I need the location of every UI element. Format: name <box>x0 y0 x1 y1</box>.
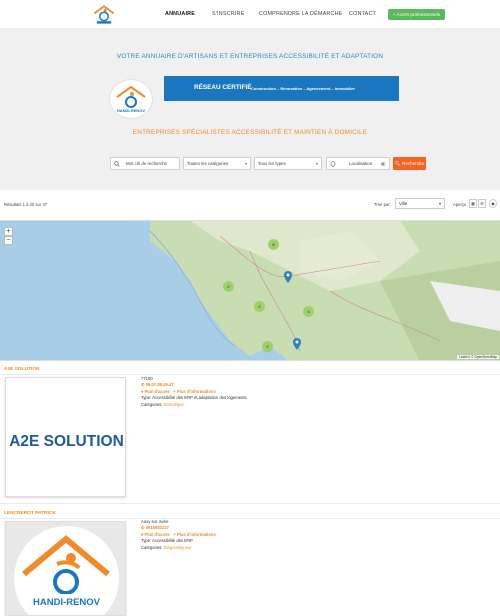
grid-view-icon[interactable]: ▦ <box>469 199 477 208</box>
more-info-label: Plus d'informations <box>176 531 216 537</box>
keyword-placeholder: Mot clé de recherche <box>126 161 167 166</box>
chevron-down-icon: ▾ <box>315 161 318 166</box>
location-placeholder: Localisation <box>349 161 373 166</box>
map-cluster[interactable]: 6 <box>268 239 279 250</box>
more-info-link[interactable]: + Plus d'informations <box>173 532 216 537</box>
map-cluster[interactable]: 4 <box>303 306 314 317</box>
location-input[interactable]: Localisation <box>326 157 390 170</box>
chevron-down-icon: ▾ <box>244 161 247 166</box>
geolocate-icon[interactable] <box>380 161 386 167</box>
banner-title: RÉSEAU CERTIFIÉ <box>194 84 252 91</box>
search-button[interactable]: 🔍︎ Recherche <box>393 157 426 170</box>
map-marker-icon[interactable] <box>284 271 292 283</box>
listing-info: Auxy sur Juine ✆ 0615983227 ⌖ Plan d'acc… <box>141 519 216 551</box>
map-access-link[interactable]: ⌖ Plan d'accès <box>141 532 170 537</box>
listing-image[interactable]: HANDI-RENOV <box>5 521 126 616</box>
divider <box>0 518 500 519</box>
pro-access-button[interactable]: + Accès professionnels <box>388 9 445 20</box>
category-label: Catégories: <box>141 401 163 407</box>
type-select[interactable]: Tous les types ▾ <box>254 157 322 170</box>
certified-banner: RÉSEAU CERTIFIÉ Construction – Rénovatio… <box>164 76 399 101</box>
listing-image-text: A2E SOLUTION <box>9 433 124 450</box>
results-map[interactable]: + − 6 2 2 4 2 Leaflet | © OpenStreetMap <box>0 220 500 361</box>
map-cluster[interactable]: 2 <box>254 301 265 312</box>
keyword-search-input[interactable]: Mot clé de recherche <box>110 157 180 170</box>
more-info-label: Plus d'informations <box>176 388 216 394</box>
view-label: Aperçu : <box>453 202 469 207</box>
map-tiles <box>149 221 500 360</box>
nav-annuaire[interactable]: ANNUAIRE <box>165 11 195 17</box>
location-pin-icon <box>330 161 336 167</box>
listing-title[interactable]: LENCREROT PATRICK <box>4 511 56 516</box>
search-button-label: Recherche <box>401 161 425 166</box>
hero-logo: HANDI-RENOV <box>109 79 153 119</box>
results-count: Résultats 1 à 20 sur 37 <box>4 202 48 207</box>
more-info-link[interactable]: + Plus d'informations <box>173 389 216 394</box>
sort-select[interactable]: Ville ▾ <box>395 198 445 209</box>
category-select-value: Toutes les catégories <box>187 161 229 166</box>
search-icon: 🔍︎ <box>394 161 401 166</box>
results-toolbar: Résultats 1 à 20 sur 37 Trier par: Ville… <box>0 198 500 214</box>
map-marker-icon[interactable] <box>293 338 301 350</box>
map-access-link[interactable]: ⌖ Plan d'accès <box>141 389 170 394</box>
listing-title[interactable]: A2E SOLUTION <box>4 367 39 372</box>
category-select[interactable]: Toutes les catégories ▾ <box>183 157 251 170</box>
nav-contact[interactable]: CONTACT <box>349 11 376 17</box>
type-select-value: Tous les types <box>258 161 286 166</box>
hero-logo-text: HANDI-RENOV <box>116 108 146 113</box>
listing-phone[interactable]: 0615983227 <box>146 525 169 530</box>
map-access-label: Plan d'accès <box>144 388 170 394</box>
hero-section: VOTRE ANNUAIRE D'ARTISANS ET ENTREPRISES… <box>0 29 500 190</box>
sort-select-value: Ville <box>399 201 408 206</box>
divider <box>0 374 500 375</box>
hero-title: VOTRE ANNUAIRE D'ARTISANS ET ENTREPRISES… <box>116 53 384 60</box>
hero-subtitle: ENTREPRISES SPÉCIALISTES ACCESSIBILITÉ E… <box>132 129 368 136</box>
nav-inscrire[interactable]: S'INSCRIRE <box>212 11 244 17</box>
handi-renov-emblem <box>22 535 110 594</box>
banner-subtitle: Construction – Rénovation – Agencement –… <box>251 86 356 91</box>
list-view-icon[interactable]: ☰ <box>478 199 486 208</box>
listing-info: 77100 ✆ 06.07.88.49.47 ⌖ Plan d'accès + … <box>141 376 247 408</box>
listing-image-text: HANDI-RENOV <box>32 597 101 608</box>
chevron-down-icon: ▾ <box>438 201 441 206</box>
listing-phone[interactable]: 06.07.88.49.47 <box>146 382 174 387</box>
top-navbar: ANNUAIRE S'INSCRIRE COMPRENDRE LA DÉMARC… <box>0 0 500 29</box>
map-attribution[interactable]: Leaflet | © OpenStreetMap <box>457 355 499 359</box>
divider <box>0 503 500 504</box>
category-label: Catégories: <box>141 544 163 550</box>
sort-label: Trier par: <box>374 202 391 207</box>
map-cluster[interactable]: 2 <box>262 341 273 352</box>
category-link[interactable]: Domotique <box>164 402 184 407</box>
listing-image[interactable]: A2E SOLUTION <box>5 377 126 497</box>
nav-comprendre[interactable]: COMPRENDRE LA DÉMARCHE <box>259 11 342 17</box>
map-access-label: Plan d'accès <box>144 531 170 537</box>
map-view-icon[interactable]: ◉ <box>489 199 497 208</box>
map-cluster[interactable]: 2 <box>223 281 234 292</box>
category-link[interactable]: Diagnostiqueur <box>164 545 192 550</box>
map-zoom-out[interactable]: − <box>4 236 13 245</box>
handi-renov-logo[interactable] <box>92 3 116 25</box>
search-icon <box>114 161 120 167</box>
map-zoom-in[interactable]: + <box>4 227 13 236</box>
